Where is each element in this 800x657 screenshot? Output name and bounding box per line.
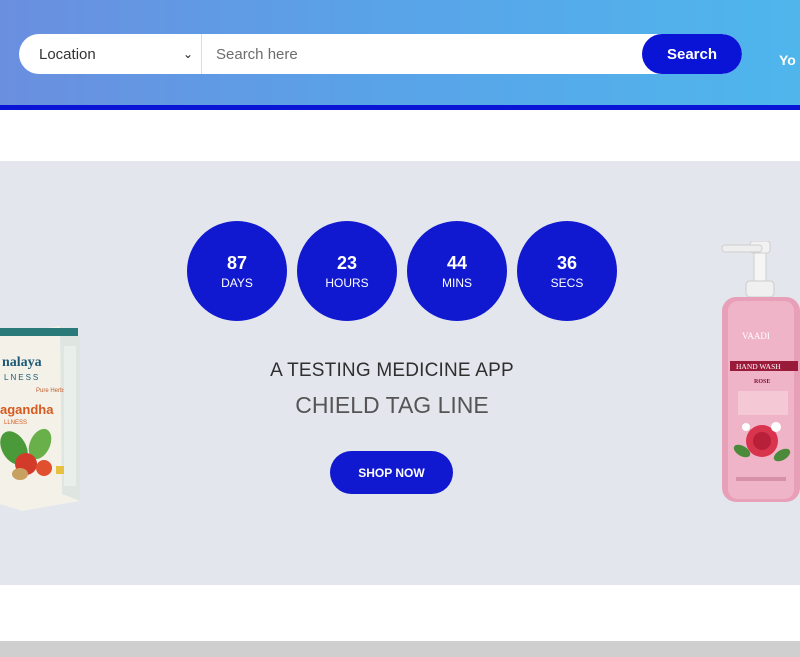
search-button[interactable]: Search [642,34,742,74]
countdown-unit: MINS [442,275,472,290]
countdown-value: 36 [556,252,578,273]
countdown-value: 87 [226,252,248,273]
banner-tagline: CHIELD TAG LINE [295,392,489,418]
countdown-unit: SECS [550,275,584,290]
footer-divider [0,641,800,657]
header-bar: Location ⌄ Search Yo [0,0,800,110]
countdown-mins: 44 MINS [407,221,507,321]
chevron-down-icon: ⌄ [182,47,193,61]
product-right-variant: ROSE [754,379,770,385]
countdown-value: 44 [446,252,468,273]
product-image-handwash[interactable]: VAADI HAND WASH ROSE [716,241,800,511]
product-right-brand: VAADI [742,331,770,341]
search-input[interactable] [202,34,642,74]
header-account-text[interactable]: Yo [779,52,800,68]
search-bar: Location ⌄ Search [19,34,742,74]
countdown-secs: 36 SECS [517,221,617,321]
countdown-unit: DAYS [221,275,253,290]
banner-title: A TESTING MEDICINE APP [270,360,514,381]
location-label: Location [39,45,96,63]
countdown-timer: 87 DAYS 23 HOURS 44 MINS 36 SECS [187,221,617,321]
countdown-hours: 23 HOURS [297,221,397,321]
countdown-value: 23 [336,252,358,273]
shop-now-button[interactable]: SHOP NOW [330,451,453,494]
product-right-name: HAND WASH [736,362,781,371]
product-left-name2: LLNESS [4,420,27,426]
countdown-days: 87 DAYS [187,221,287,321]
location-select[interactable]: Location ⌄ [19,34,202,74]
countdown-unit: HOURS [325,275,369,290]
promo-banner: nalaya LNESS Pure Herbs agandha LLNESS 8… [0,161,800,585]
